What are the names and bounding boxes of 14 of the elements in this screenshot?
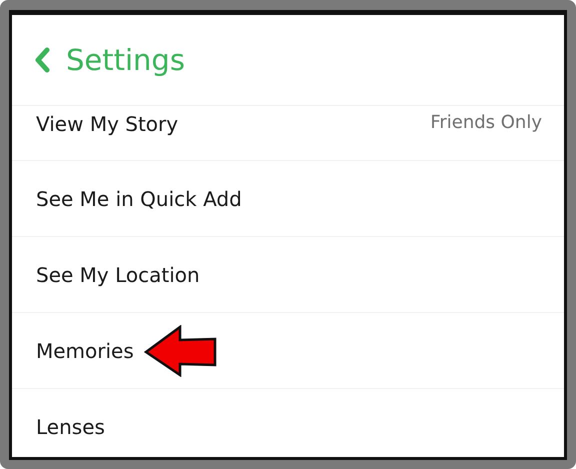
back-icon: [34, 47, 50, 73]
settings-row[interactable]: Memories: [12, 312, 564, 388]
setting-label: See Me in Quick Add: [36, 186, 242, 210]
setting-label: Memories: [36, 338, 134, 362]
screen-title: Settings: [66, 43, 185, 77]
settings-row[interactable]: Lenses: [12, 388, 564, 457]
setting-label: View My Story: [36, 112, 178, 136]
settings-row[interactable]: View My Story Friends Only: [12, 105, 564, 160]
setting-label: See My Location: [36, 262, 200, 286]
back-button[interactable]: [34, 47, 50, 73]
setting-label: Lenses: [36, 414, 105, 438]
settings-row[interactable]: See My Location: [12, 236, 564, 312]
setting-value: Friends Only: [430, 112, 542, 133]
settings-row[interactable]: See Me in Quick Add: [12, 160, 564, 236]
